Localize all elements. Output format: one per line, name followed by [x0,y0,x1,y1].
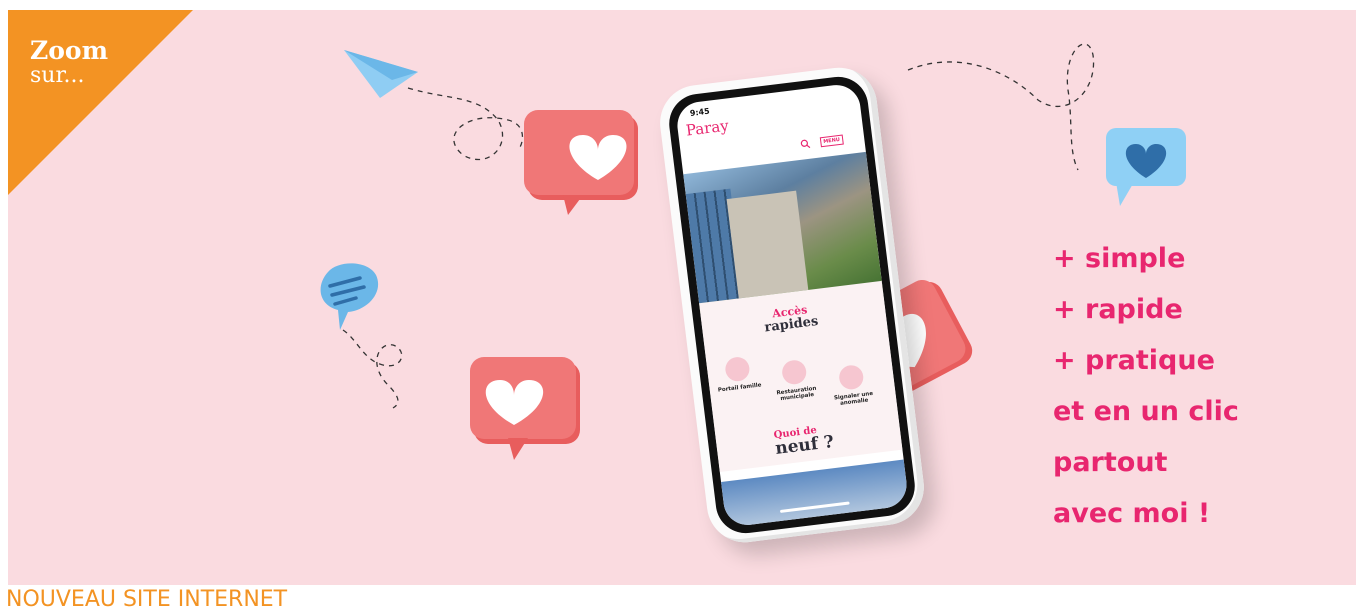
site-logo: Paray [685,116,730,139]
tagline-line: + rapide [1053,294,1183,325]
heart-bubble-icon [470,357,580,460]
quick-access-label: Signaler une anomalie [833,390,874,407]
search-icon[interactable] [800,139,811,150]
quick-access-item[interactable]: Signaler une anomalie [824,362,880,408]
alert-icon [837,363,865,391]
quick-access-item[interactable]: Restauration municipale [767,357,823,403]
banner-label: NOUVEAU SITE INTERNET [0,586,294,614]
promo-panel: Zoom sur... 9:45 Paray MENU Accès rapide… [8,10,1356,585]
status-time: 9:45 [689,106,711,118]
news-title: Quoi de neuf ? [773,424,835,460]
site-logo-text: Paray [684,116,730,140]
quick-access-section: Accès rapides Portail famille Restaurati… [699,280,903,473]
tagline-line: et en un clic [1053,396,1239,427]
quick-access-title: Accès rapides [762,303,819,336]
heart-bubble-icon [524,110,638,215]
tagline-line: partout [1053,447,1168,478]
tagline-line: avec moi ! [1053,498,1211,529]
town-hall-building [726,190,809,299]
quick-access-label: Restauration municipale [776,385,817,403]
news-title-line2: neuf ? [774,432,835,460]
quick-access-label: Portail famille [717,382,762,394]
chat-bubble-icon [320,263,379,330]
tagline-line: + pratique [1053,345,1215,376]
tagline: + simple + rapide + pratique et en un cl… [1053,233,1239,539]
menu-button[interactable]: MENU [819,134,844,148]
tagline-line: + simple [1053,243,1186,274]
family-icon [724,355,751,383]
utensils-icon [780,358,808,386]
blue-heart-bubble-icon [1106,128,1186,206]
quick-access-item[interactable]: Portail famille [710,354,766,394]
paper-plane-icon [344,50,418,98]
